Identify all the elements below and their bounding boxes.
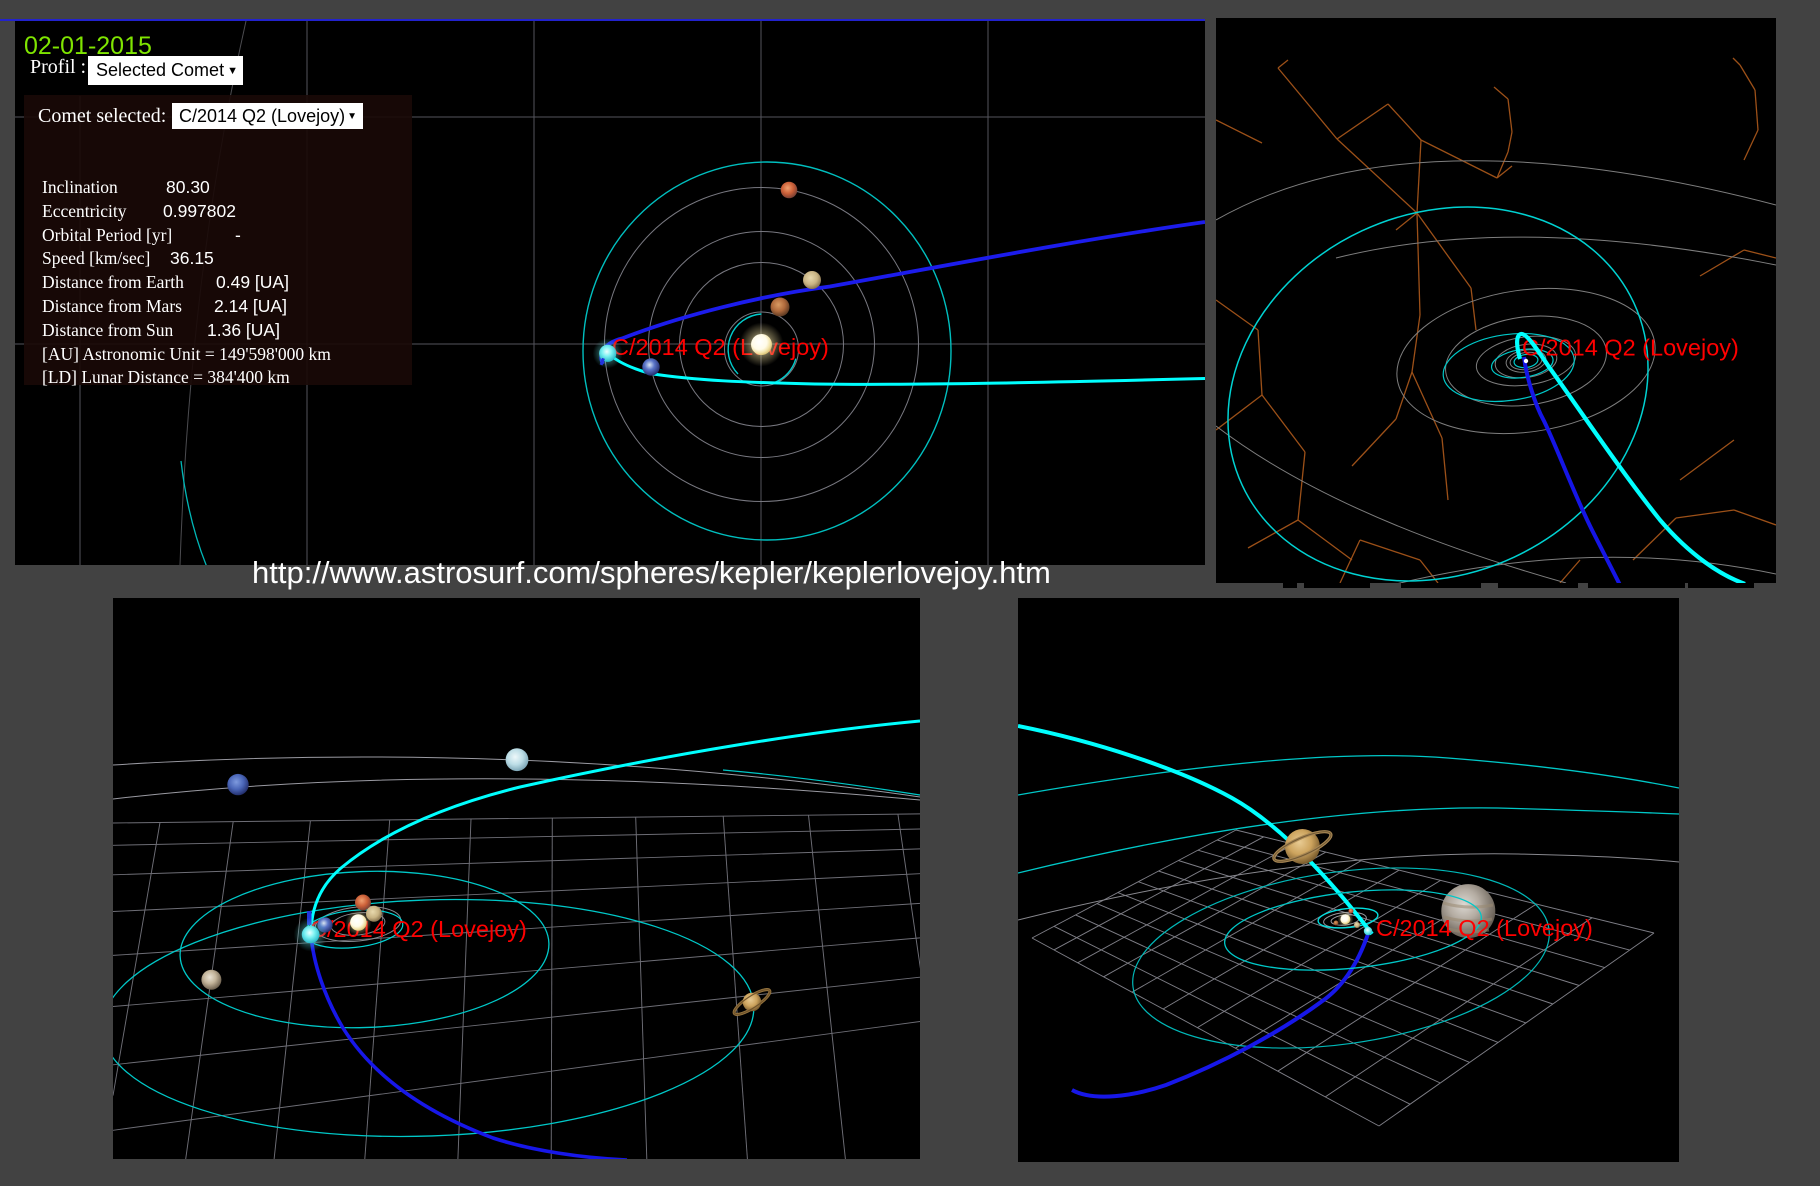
svg-text:C/2014 Q2 (Lovejoy): C/2014 Q2 (Lovejoy) [1376, 915, 1593, 941]
svg-text:C/2014 Q2 (Lovejoy): C/2014 Q2 (Lovejoy) [1522, 335, 1739, 361]
svg-text:C/2014 Q2 (Lovejoy): C/2014 Q2 (Lovejoy) [612, 334, 829, 360]
svg-text:C/2014 Q2 (Lovejoy): C/2014 Q2 (Lovejoy) [310, 916, 527, 942]
